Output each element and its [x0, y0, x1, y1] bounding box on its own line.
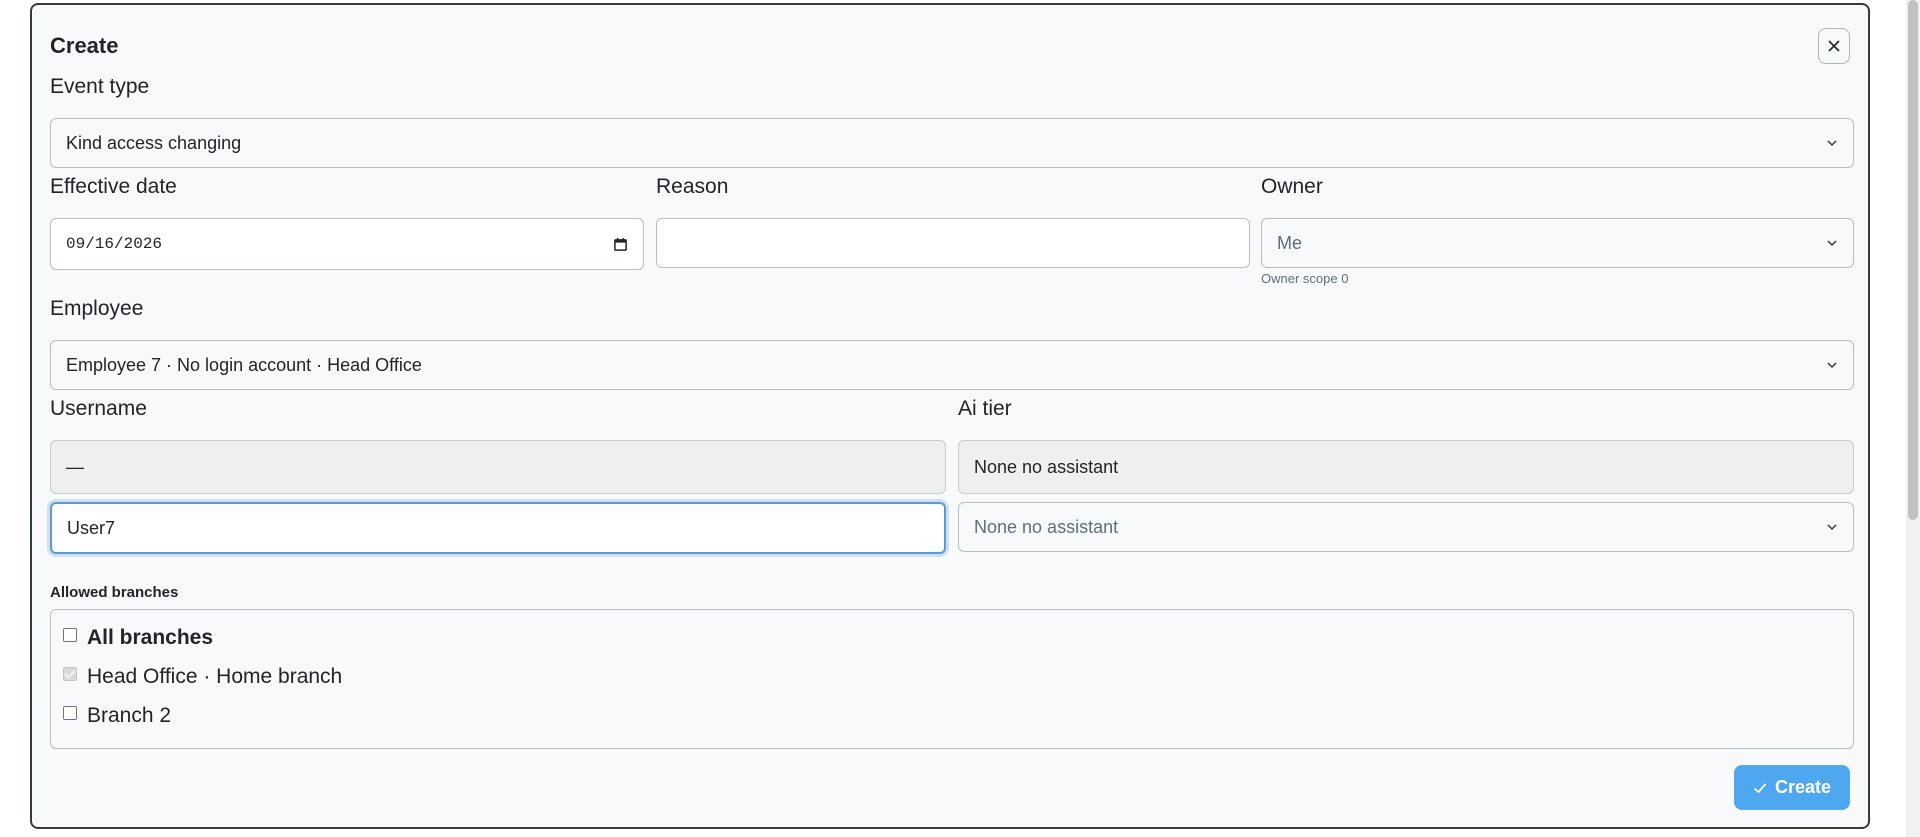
employee-label: Employee: [50, 297, 144, 320]
scrollbar-thumb[interactable]: [1908, 0, 1918, 520]
branch-option-branch-2[interactable]: Branch 2: [63, 704, 171, 728]
branch-2-checkbox[interactable]: [63, 706, 77, 720]
username-current-value: —: [66, 456, 84, 477]
close-button[interactable]: [1818, 28, 1850, 64]
owner-select[interactable]: Me: [1261, 218, 1854, 268]
branch-option-all[interactable]: All branches: [63, 626, 213, 650]
modal-title: Create: [50, 33, 119, 58]
head-office-checkbox: [63, 667, 77, 681]
employee-value: Employee 7 · No login account · Head Off…: [66, 354, 422, 375]
username-current: —: [50, 440, 946, 494]
close-icon: [1828, 40, 1840, 52]
page-scrollbar[interactable]: [1906, 0, 1920, 837]
event-type-select[interactable]: Kind access changing: [50, 118, 1854, 168]
effective-date-value: 09/16/2026: [66, 235, 163, 253]
ai-tier-label: Ai tier: [958, 397, 1012, 420]
allowed-branches-group: All branches Head Office · Home branch B…: [50, 609, 1854, 749]
all-branches-checkbox[interactable]: [63, 628, 77, 642]
ai-tier-current: None no assistant: [958, 440, 1854, 494]
effective-date-input[interactable]: 09/16/2026: [50, 218, 644, 270]
ai-tier-current-value: None no assistant: [974, 456, 1119, 477]
username-label: Username: [50, 397, 147, 420]
chevron-down-icon: [1827, 524, 1837, 531]
event-type-label: Event type: [50, 75, 150, 98]
owner-label: Owner: [1261, 175, 1323, 198]
username-input[interactable]: User7: [50, 502, 946, 554]
owner-value: Me: [1277, 232, 1303, 253]
username-input-value: User7: [67, 517, 116, 538]
ai-tier-select[interactable]: None no assistant: [958, 502, 1854, 552]
reason-label: Reason: [656, 175, 729, 198]
owner-hint: Owner scope 0: [1261, 271, 1349, 286]
branch-option-label: Head Office · Home branch: [87, 665, 343, 688]
effective-date-label: Effective date: [50, 175, 177, 198]
reason-input[interactable]: [656, 218, 1250, 268]
employee-select[interactable]: Employee 7 · No login account · Head Off…: [50, 340, 1854, 390]
chevron-down-icon: [1827, 240, 1837, 247]
branch-option-label: Branch 2: [87, 704, 172, 727]
chevron-down-icon: [1827, 140, 1837, 147]
create-modal: Create Event type Kind access changing E…: [30, 3, 1870, 829]
branch-option-head-office: Head Office · Home branch: [63, 665, 342, 689]
ai-tier-select-value: None no assistant: [974, 516, 1119, 537]
check-icon: [1753, 782, 1767, 793]
allowed-branches-label: Allowed branches: [50, 584, 179, 601]
event-type-value: Kind access changing: [66, 132, 242, 153]
calendar-icon[interactable]: [613, 237, 628, 252]
create-button[interactable]: Create: [1734, 765, 1850, 810]
create-button-label: Create: [1774, 777, 1832, 797]
chevron-down-icon: [1827, 362, 1837, 369]
branch-option-label: All branches: [87, 626, 214, 649]
